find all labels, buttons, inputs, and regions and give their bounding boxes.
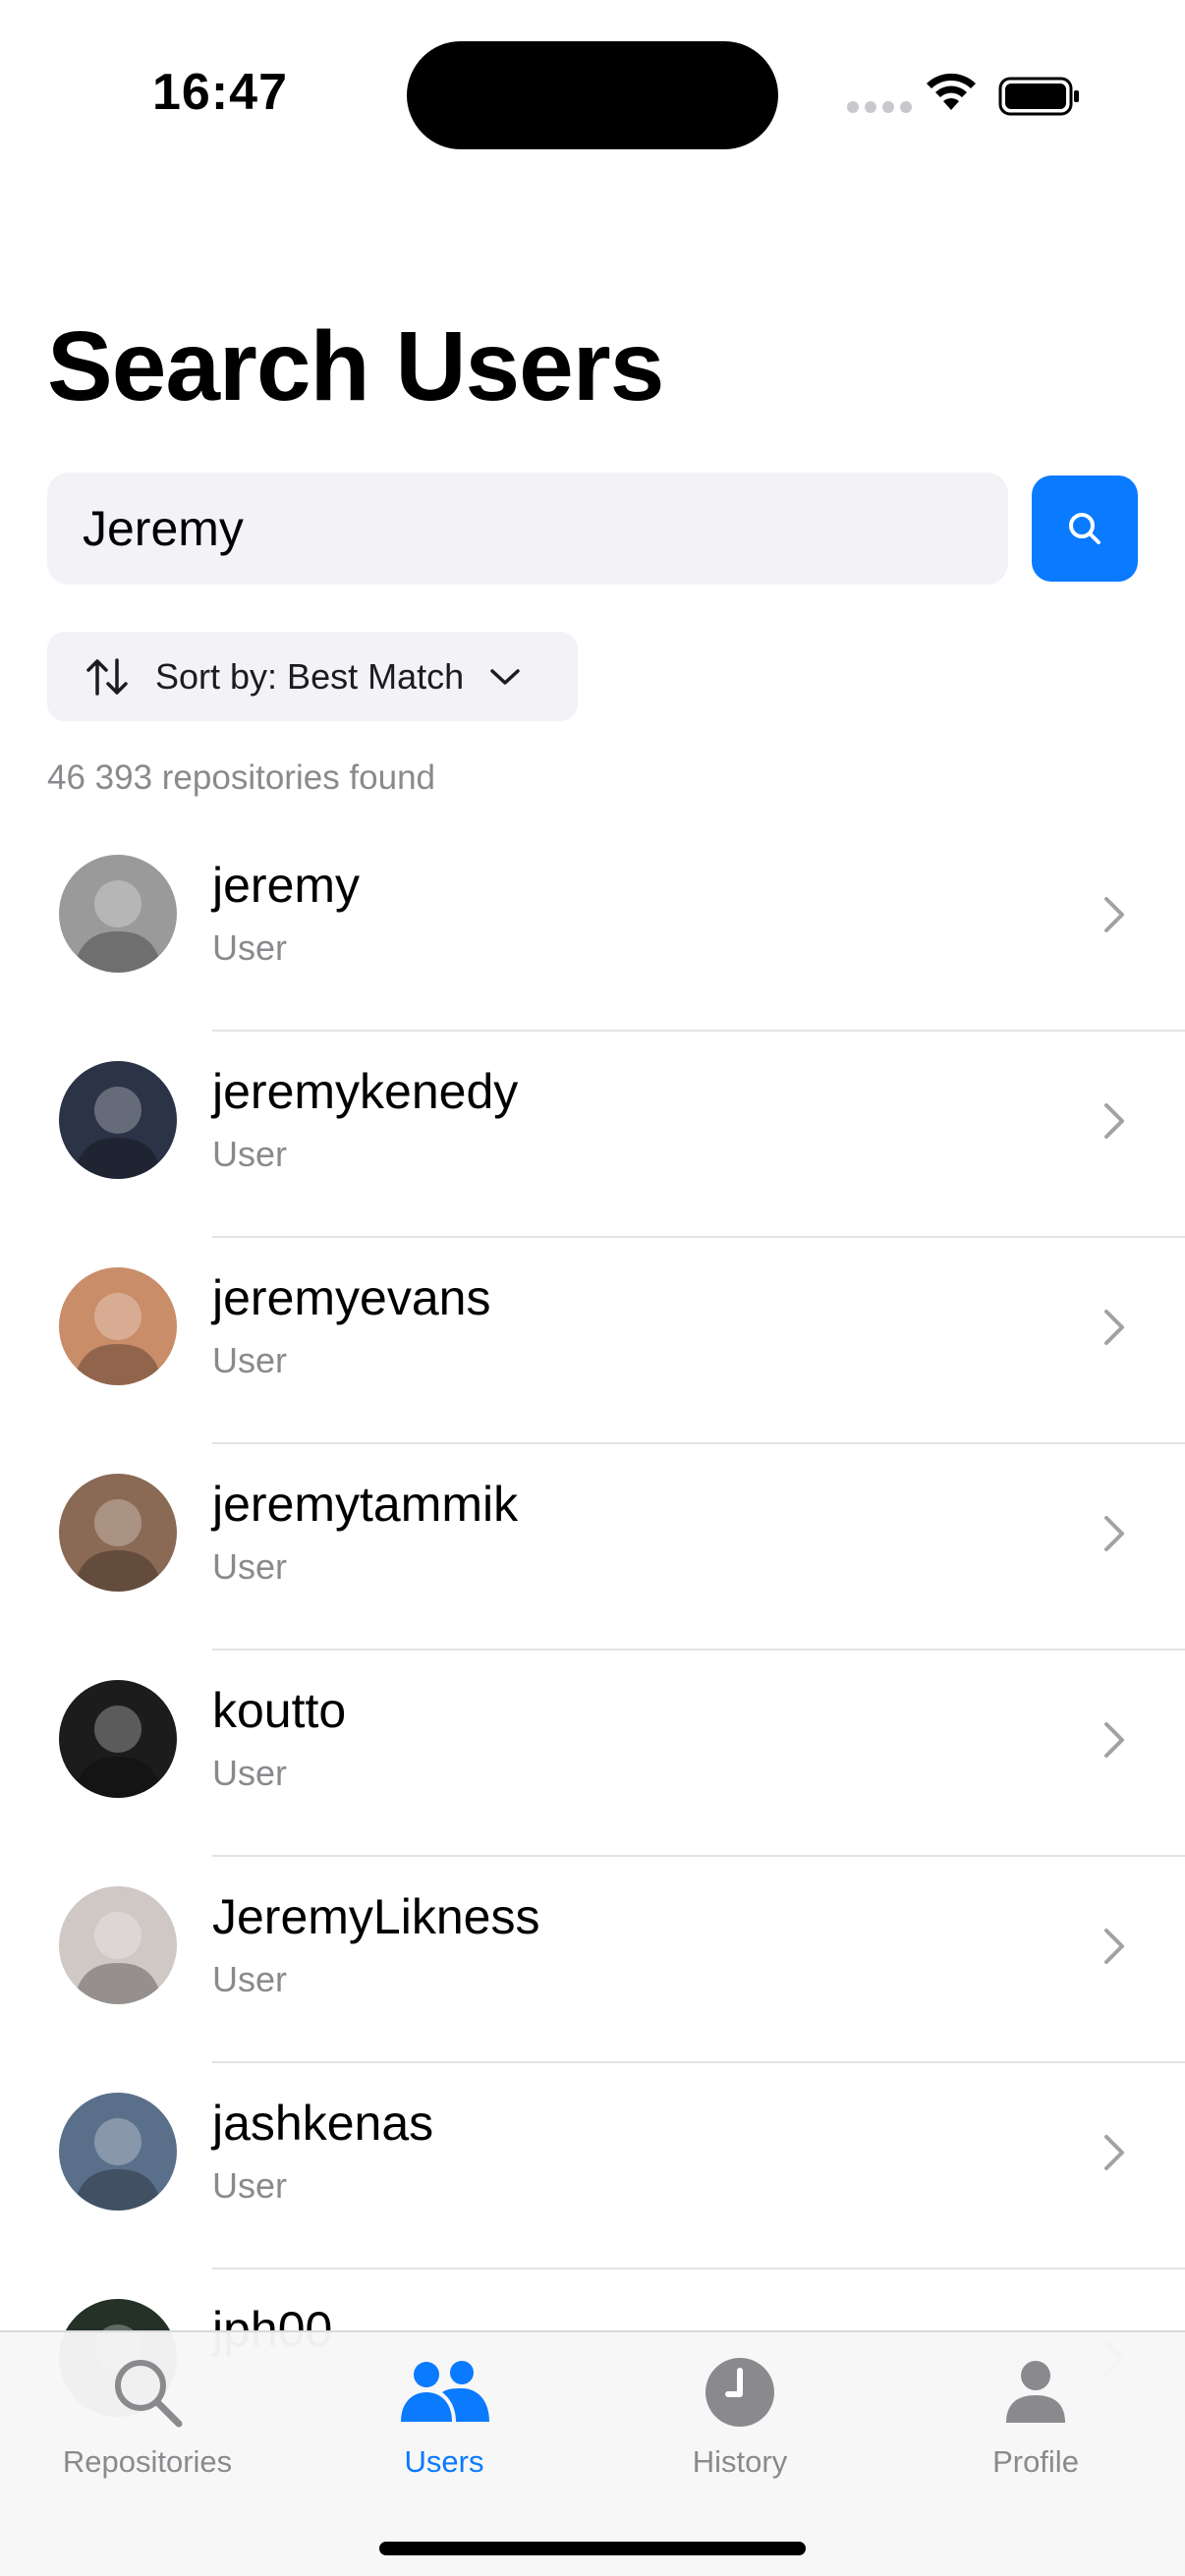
chevron-right-icon — [1104, 1929, 1124, 1964]
status-time: 16:47 — [152, 64, 288, 121]
home-indicator — [379, 2542, 806, 2555]
avatar — [59, 1061, 177, 1179]
search-input[interactable] — [47, 473, 1008, 585]
user-type: User — [212, 1753, 288, 1793]
avatar — [59, 1267, 177, 1385]
results-count: 46 393 repositories found — [47, 758, 435, 797]
battery-icon — [998, 77, 1079, 116]
tab-bar: Repositories Users History Profile — [0, 2330, 1185, 2576]
user-row[interactable]: jeremyevans User — [0, 1238, 1185, 1444]
sort-button[interactable]: Sort by: Best Match — [47, 632, 578, 721]
tab-users[interactable]: Users — [297, 2352, 592, 2499]
user-name: koutto — [212, 1683, 347, 1738]
avatar — [59, 1474, 177, 1592]
chevron-right-icon — [1104, 1310, 1124, 1345]
users-icon — [401, 2361, 489, 2422]
tab-label: Repositories — [62, 2444, 233, 2479]
search-icon — [1069, 513, 1100, 544]
wifi-icon — [927, 73, 976, 110]
person-icon — [1006, 2361, 1065, 2423]
chevron-right-icon — [1104, 1722, 1124, 1758]
dynamic-island — [407, 41, 778, 149]
user-name: jeremyevans — [212, 1270, 491, 1325]
user-type: User — [212, 1546, 288, 1587]
screen: 16:47 Search Users Sort by: Best Match 4… — [0, 0, 1185, 2576]
tab-profile[interactable]: Profile — [888, 2352, 1183, 2499]
sort-label: Sort by: Best Match — [155, 655, 465, 697]
user-name: jeremykenedy — [212, 1064, 519, 1119]
user-list: jeremy User jeremykenedy User jeremyevans Use… — [0, 825, 1185, 2476]
cellular-signal-icon — [847, 101, 912, 113]
avatar — [59, 2093, 177, 2211]
user-row[interactable]: jeremykenedy User — [0, 1032, 1185, 1238]
search-button[interactable] — [1032, 476, 1138, 582]
chevron-right-icon — [1104, 2135, 1124, 2170]
user-name: jeremytammik — [212, 1477, 519, 1532]
user-type: User — [212, 2165, 288, 2206]
user-type: User — [212, 1959, 288, 1999]
sort-arrows-icon — [86, 657, 128, 696]
chevron-right-icon — [1104, 1516, 1124, 1551]
user-type: User — [212, 1340, 288, 1380]
page-title: Search Users — [47, 311, 664, 421]
user-row[interactable]: jeremytammik User — [0, 1444, 1185, 1651]
clock-icon — [705, 2358, 774, 2427]
chevron-right-icon — [1104, 1103, 1124, 1139]
tab-label: Profile — [992, 2444, 1079, 2479]
magnifier-icon — [115, 2360, 183, 2428]
tab-history[interactable]: History — [592, 2352, 887, 2499]
user-type: User — [212, 927, 288, 968]
avatar — [59, 1680, 177, 1798]
user-row[interactable]: JeremyLikness User — [0, 1857, 1185, 2063]
user-row[interactable]: jashkenas User — [0, 2063, 1185, 2269]
user-name: jeremy — [212, 858, 361, 913]
tab-label: Users — [404, 2444, 484, 2479]
avatar — [59, 855, 177, 973]
user-type: User — [212, 1134, 288, 1174]
tab-label: History — [692, 2444, 788, 2479]
user-row[interactable]: koutto User — [0, 1651, 1185, 1857]
tab-repositories[interactable]: Repositories — [0, 2352, 295, 2499]
chevron-down-icon — [490, 668, 520, 685]
user-name: jashkenas — [212, 2096, 434, 2151]
user-row[interactable]: jeremy User — [0, 825, 1185, 1032]
avatar — [59, 1886, 177, 2004]
chevron-right-icon — [1104, 897, 1124, 932]
user-name: JeremyLikness — [212, 1889, 540, 1944]
